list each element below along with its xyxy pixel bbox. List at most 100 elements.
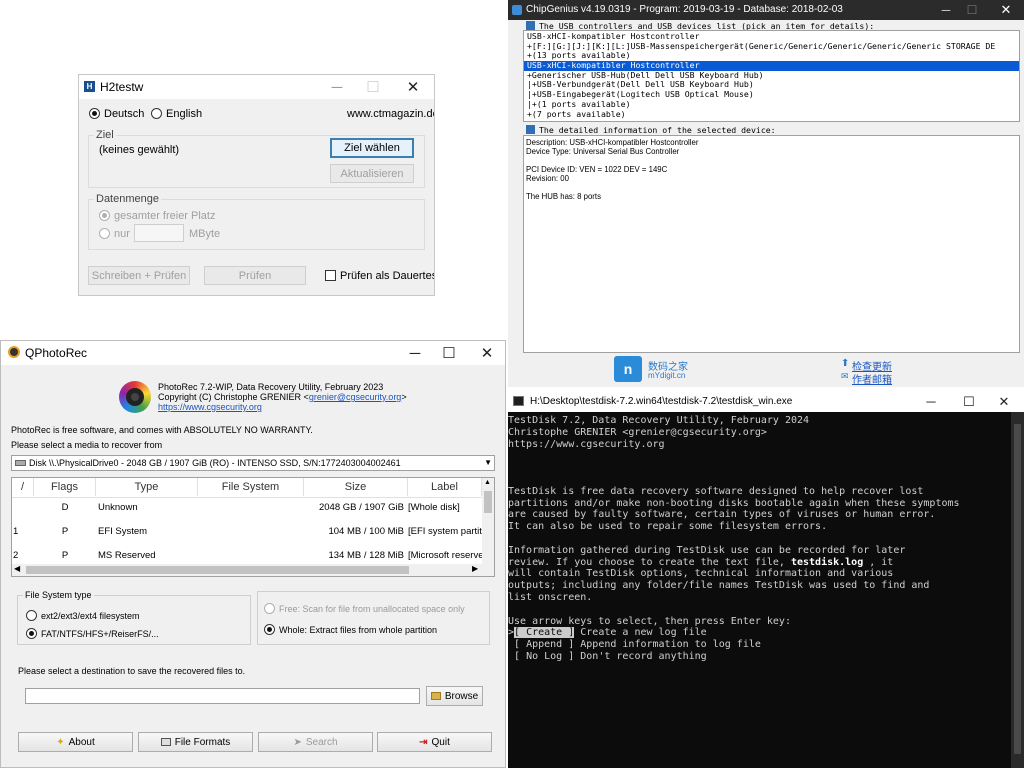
detail-icon — [526, 125, 535, 134]
log-menu-item[interactable]: [ No Log ] Don't record anything — [508, 651, 1008, 663]
console-text: , it — [863, 556, 894, 568]
column-header[interactable]: Label — [408, 478, 482, 496]
table-cell-num: 2 — [13, 550, 19, 561]
browse-button[interactable]: Browse — [426, 686, 483, 706]
console-info-line: will contain TestDisk options, technical… — [508, 568, 894, 580]
column-header[interactable]: Flags — [34, 478, 96, 496]
scroll-up-icon[interactable]: ▲ — [484, 479, 491, 486]
mydigit-logo-icon[interactable]: n — [614, 356, 642, 382]
scroll-left-icon[interactable]: ◀ — [14, 564, 20, 573]
lang-english-radio[interactable]: English — [151, 108, 202, 120]
opt-all-free-radio[interactable]: gesamter freier Platz — [99, 210, 215, 222]
column-header[interactable]: Size — [304, 478, 408, 496]
scroll-right-icon[interactable]: ▶ — [472, 564, 478, 573]
author-mail-link[interactable]: 作者邮箱 — [852, 371, 892, 386]
column-header[interactable]: File System — [198, 478, 304, 496]
testdisk-titlebar[interactable]: H:\Desktop\testdisk-7.2.win64\testdisk-7… — [508, 391, 1024, 412]
table-hscrollbar[interactable]: ◀ ▶ — [12, 564, 494, 576]
mail-icon: ✉ — [841, 371, 849, 381]
lang-deutsch-label: Deutsch — [104, 108, 145, 120]
mode-whole-radio[interactable]: Whole: Extract files from whole partitio… — [264, 624, 437, 635]
minimize-icon[interactable]: ─ — [913, 391, 949, 412]
close-icon[interactable]: ✕ — [395, 75, 431, 99]
qphotorec-titlebar[interactable]: QPhotoRec ─ ☐ ✕ — [1, 341, 505, 365]
email-link[interactable]: grenier@cgsecurity.org — [309, 392, 402, 402]
destination-input[interactable] — [25, 688, 420, 704]
console-output[interactable]: TestDisk 7.2, Data Recovery Utility, Feb… — [508, 412, 1008, 765]
quit-label: Quit — [431, 736, 450, 748]
menu-option-1[interactable]: [ Append ] — [514, 639, 574, 650]
lang-deutsch-radio[interactable]: Deutsch — [89, 108, 144, 120]
console-scrollbar[interactable] — [1011, 412, 1024, 768]
menu-option-0[interactable]: [ Create ] — [514, 627, 575, 639]
table-cell-label: [Whole disk] — [408, 502, 460, 513]
maximize-icon[interactable]: ☐ — [951, 391, 987, 412]
ziel-label: Ziel — [94, 129, 116, 141]
menu-description: Create a new log file — [574, 627, 707, 639]
detail-line — [526, 156, 1017, 165]
table-row[interactable]: 1 P EFI System 104 MB / 100 MiB [EFI system … — [12, 522, 482, 544]
copyright-end: > — [401, 392, 407, 402]
write-verify-button[interactable]: Schreiben + Prüfen — [88, 266, 190, 285]
log-menu-item[interactable]: >[ Create ] Create a new log file — [508, 627, 1008, 639]
console-info-line: list onscreen. — [508, 591, 593, 603]
disk-icon — [15, 460, 26, 466]
partition-table-body: D Unknown 2048 GB / 1907 GiB [Whole disk] 1 P… — [12, 498, 482, 564]
search-button[interactable]: ➤ Search — [258, 732, 373, 752]
menu-option-2[interactable]: [ No Log ] — [514, 651, 574, 662]
opt-only-label: nur — [114, 228, 130, 240]
mbyte-input[interactable] — [134, 224, 184, 242]
testdisk-title: H:\Desktop\testdisk-7.2.win64\testdisk-7… — [530, 396, 793, 407]
maximize-icon[interactable]: ☐ — [355, 75, 391, 99]
qphotorec-title: QPhotoRec — [25, 346, 88, 360]
website-link[interactable]: https://www.cgsecurity.org — [158, 402, 262, 412]
fs-fat-radio[interactable]: FAT/NTFS/HFS+/ReiserFS/... — [26, 628, 159, 639]
about-label: About — [68, 736, 95, 748]
chipgenius-titlebar[interactable]: ChipGenius v4.19.0319 - Program: 2019-03… — [508, 0, 1024, 20]
ziel-waehlen-button[interactable]: Ziel wählen — [330, 138, 414, 158]
h2testw-titlebar[interactable]: H H2testw ─ ☐ ✕ — [79, 75, 434, 99]
usb-list-item[interactable]: +(7 ports available) — [524, 109, 1019, 120]
scroll-thumb[interactable] — [1014, 424, 1021, 754]
maximize-icon[interactable]: ☐ — [431, 341, 467, 365]
close-icon[interactable]: ✕ — [986, 391, 1022, 412]
about-button[interactable]: ✦ About — [18, 732, 133, 752]
mode-free-radio[interactable]: Free: Scan for file from unallocated spa… — [264, 603, 465, 614]
table-row[interactable]: 2 P MS Reserved 134 MB / 128 MiB [Microsoft … — [12, 546, 482, 564]
verify-button[interactable]: Prüfen — [204, 266, 306, 285]
select-media-label: Please select a media to recover from — [11, 440, 163, 450]
usb-device-list[interactable]: USB-xHCI-kompatibler Hostcontroller +[F:]… — [523, 30, 1020, 122]
maximize-icon[interactable]: ☐ — [954, 0, 990, 20]
aktualisieren-button[interactable]: Aktualisieren — [330, 164, 414, 183]
opt-only-radio[interactable]: nur — [99, 228, 130, 240]
file-formats-button[interactable]: File Formats — [138, 732, 253, 752]
scroll-thumb[interactable] — [26, 566, 409, 574]
close-icon[interactable]: ✕ — [988, 0, 1024, 20]
table-cell-type: Unknown — [98, 502, 138, 513]
column-header[interactable]: / — [12, 478, 34, 496]
menu-description: Append information to log file — [574, 639, 761, 651]
table-vscrollbar[interactable]: ▲ — [482, 478, 494, 564]
scroll-thumb[interactable] — [484, 491, 492, 513]
radio-icon — [151, 108, 162, 119]
partition-table[interactable]: / Flags Type File System Size Label D Unknown 2… — [11, 477, 495, 577]
minimize-icon[interactable]: ─ — [397, 341, 433, 365]
table-row[interactable]: D Unknown 2048 GB / 1907 GiB [Whole disk] — [12, 498, 482, 520]
log-menu-item[interactable]: [ Append ] Append information to log fil… — [508, 639, 1008, 651]
close-icon[interactable]: ✕ — [469, 341, 505, 365]
device-detail-box[interactable]: Description: USB-xHCI-kompatibler Hostco… — [523, 135, 1020, 353]
update-arrow-icon: ⬆ — [841, 358, 850, 369]
fs-ext-radio[interactable]: ext2/ext3/ext4 filesystem — [26, 610, 140, 621]
disk-select[interactable]: Disk \\.\PhysicalDrive0 - 2048 GB / 1907… — [11, 455, 495, 471]
endless-test-checkbox[interactable]: Prüfen als Dauertest — [325, 270, 434, 282]
column-header[interactable]: Type — [96, 478, 198, 496]
quit-button[interactable]: ⇥ Quit — [377, 732, 492, 752]
quit-icon: ⇥ — [419, 736, 428, 748]
mode-free-label: Free: Scan for file from unallocated spa… — [279, 604, 465, 614]
ctmagazin-link[interactable]: www.ctmagazin.de — [347, 108, 434, 120]
lightbulb-icon: ✦ — [56, 736, 65, 748]
minimize-icon[interactable]: ─ — [319, 75, 355, 99]
mydigit-url-label[interactable]: mYdigit.cn — [648, 371, 685, 380]
